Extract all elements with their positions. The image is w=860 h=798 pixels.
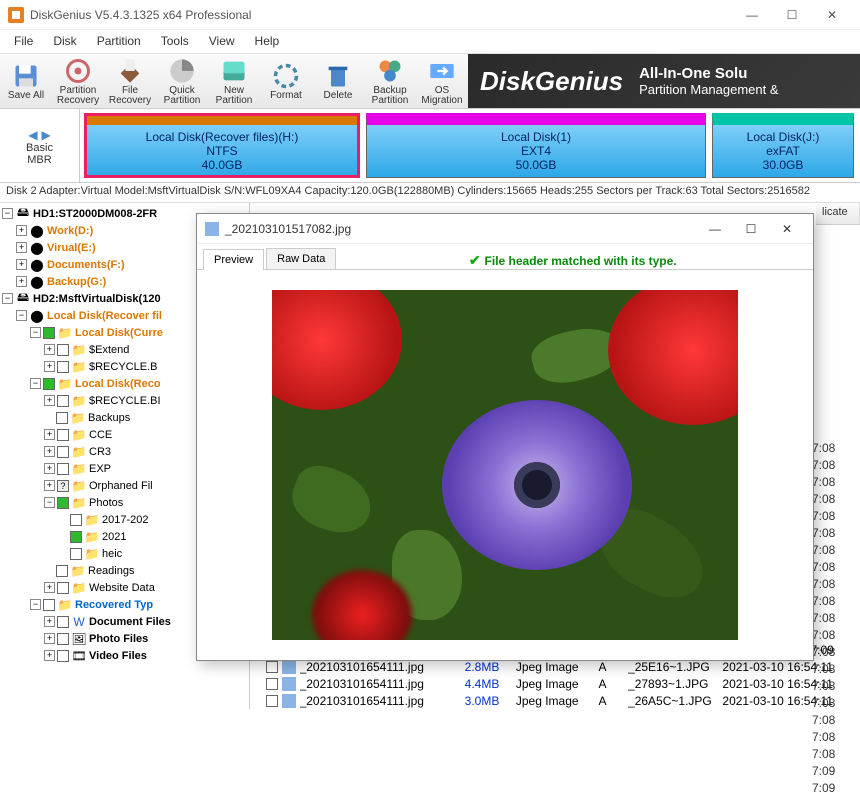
menu-view[interactable]: View [199,30,245,53]
preview-window: _202103101517082.jpg — ☐ ✕ Preview Raw D… [196,213,814,661]
partition-block-h[interactable]: Local Disk(Recover files)(H:) NTFS 40.0G… [84,113,360,178]
file-row[interactable]: _202103101654111.jpg4.4MBJpeg ImageA_278… [250,675,860,692]
word-icon: W [71,615,87,629]
folder-icon: 📁 [57,326,73,340]
save-all-button[interactable]: Save All [0,56,52,106]
nav-next-icon[interactable]: ▶ [41,128,50,142]
menu-disk[interactable]: Disk [43,30,86,53]
tab-raw-data[interactable]: Raw Data [266,248,336,269]
menu-tools[interactable]: Tools [151,30,199,53]
menu-file[interactable]: File [4,30,43,53]
menu-help[interactable]: Help [245,30,290,53]
menu-bar: File Disk Partition Tools View Help [0,30,860,54]
checkbox[interactable] [266,678,278,690]
preview-title: _202103101517082.jpg [225,222,697,236]
format-button[interactable]: Format [260,56,312,106]
expand-icon[interactable]: − [2,208,13,219]
backup-partition-button[interactable]: Backup Partition [364,56,416,106]
partition-block-1[interactable]: Local Disk(1) EXT4 50.0GB [366,113,706,178]
partition-block-j[interactable]: Local Disk(J:) exFAT 30.0GB [712,113,854,178]
col-licate[interactable]: licate [816,203,860,224]
banner: DiskGenius All-In-One SoluPartition Mana… [468,54,860,109]
menu-partition[interactable]: Partition [87,30,151,53]
checkbox[interactable] [266,661,278,673]
file-icon [282,677,296,691]
tab-preview[interactable]: Preview [203,249,264,270]
app-icon [8,7,24,23]
disk-status-line: Disk 2 Adapter:Virtual Model:MsftVirtual… [0,183,860,203]
banner-brand: DiskGenius [480,66,623,97]
file-icon [282,694,296,708]
header-match-message: ✔File header matched with its type. [338,252,807,269]
partition-recovery-button[interactable]: Partition Recovery [52,56,104,106]
preview-maximize-button[interactable]: ☐ [733,215,769,243]
file-row[interactable]: _202103101654111.jpg3.0MBJpeg ImageA_26A… [250,692,860,709]
checkbox[interactable] [266,695,278,707]
check-icon: ✔ [469,252,481,269]
preview-close-button[interactable]: ✕ [769,215,805,243]
nav-prev-icon[interactable]: ◀ [28,128,37,142]
checkbox[interactable] [43,327,55,339]
preview-minimize-button[interactable]: — [697,215,733,243]
file-recovery-button[interactable]: File Recovery [104,56,156,106]
window-title: DiskGenius V5.4.3.1325 x64 Professional [30,8,732,22]
hdd-icon: 🖴 [15,292,31,306]
maximize-button[interactable]: ☐ [772,0,812,30]
hdd-icon: 🖴 [15,207,31,221]
file-icon [282,660,296,674]
minimize-button[interactable]: — [732,0,772,30]
photo-icon: 🖼 [71,632,87,646]
video-icon: 🎞 [71,649,87,663]
os-migration-button[interactable]: OS Migration [416,56,468,106]
new-partition-button[interactable]: New Partition [208,56,260,106]
file-icon [205,222,219,236]
delete-button[interactable]: Delete [312,56,364,106]
image-preview [272,290,738,640]
disk-mbr-label: MBR [27,154,51,166]
disk-basic-label: Basic [26,142,53,154]
time-column: 7:087:087:087:087:087:087:087:087:087:08… [812,441,858,798]
quick-partition-button[interactable]: Quick Partition [156,56,208,106]
toolbar: Save All Partition Recovery File Recover… [0,54,860,109]
list-header: licate [816,203,860,225]
disk-nav-info: ◀ ▶ Basic MBR [0,109,80,182]
drive-icon: ⬤ [29,224,45,238]
close-button[interactable]: ✕ [812,0,852,30]
